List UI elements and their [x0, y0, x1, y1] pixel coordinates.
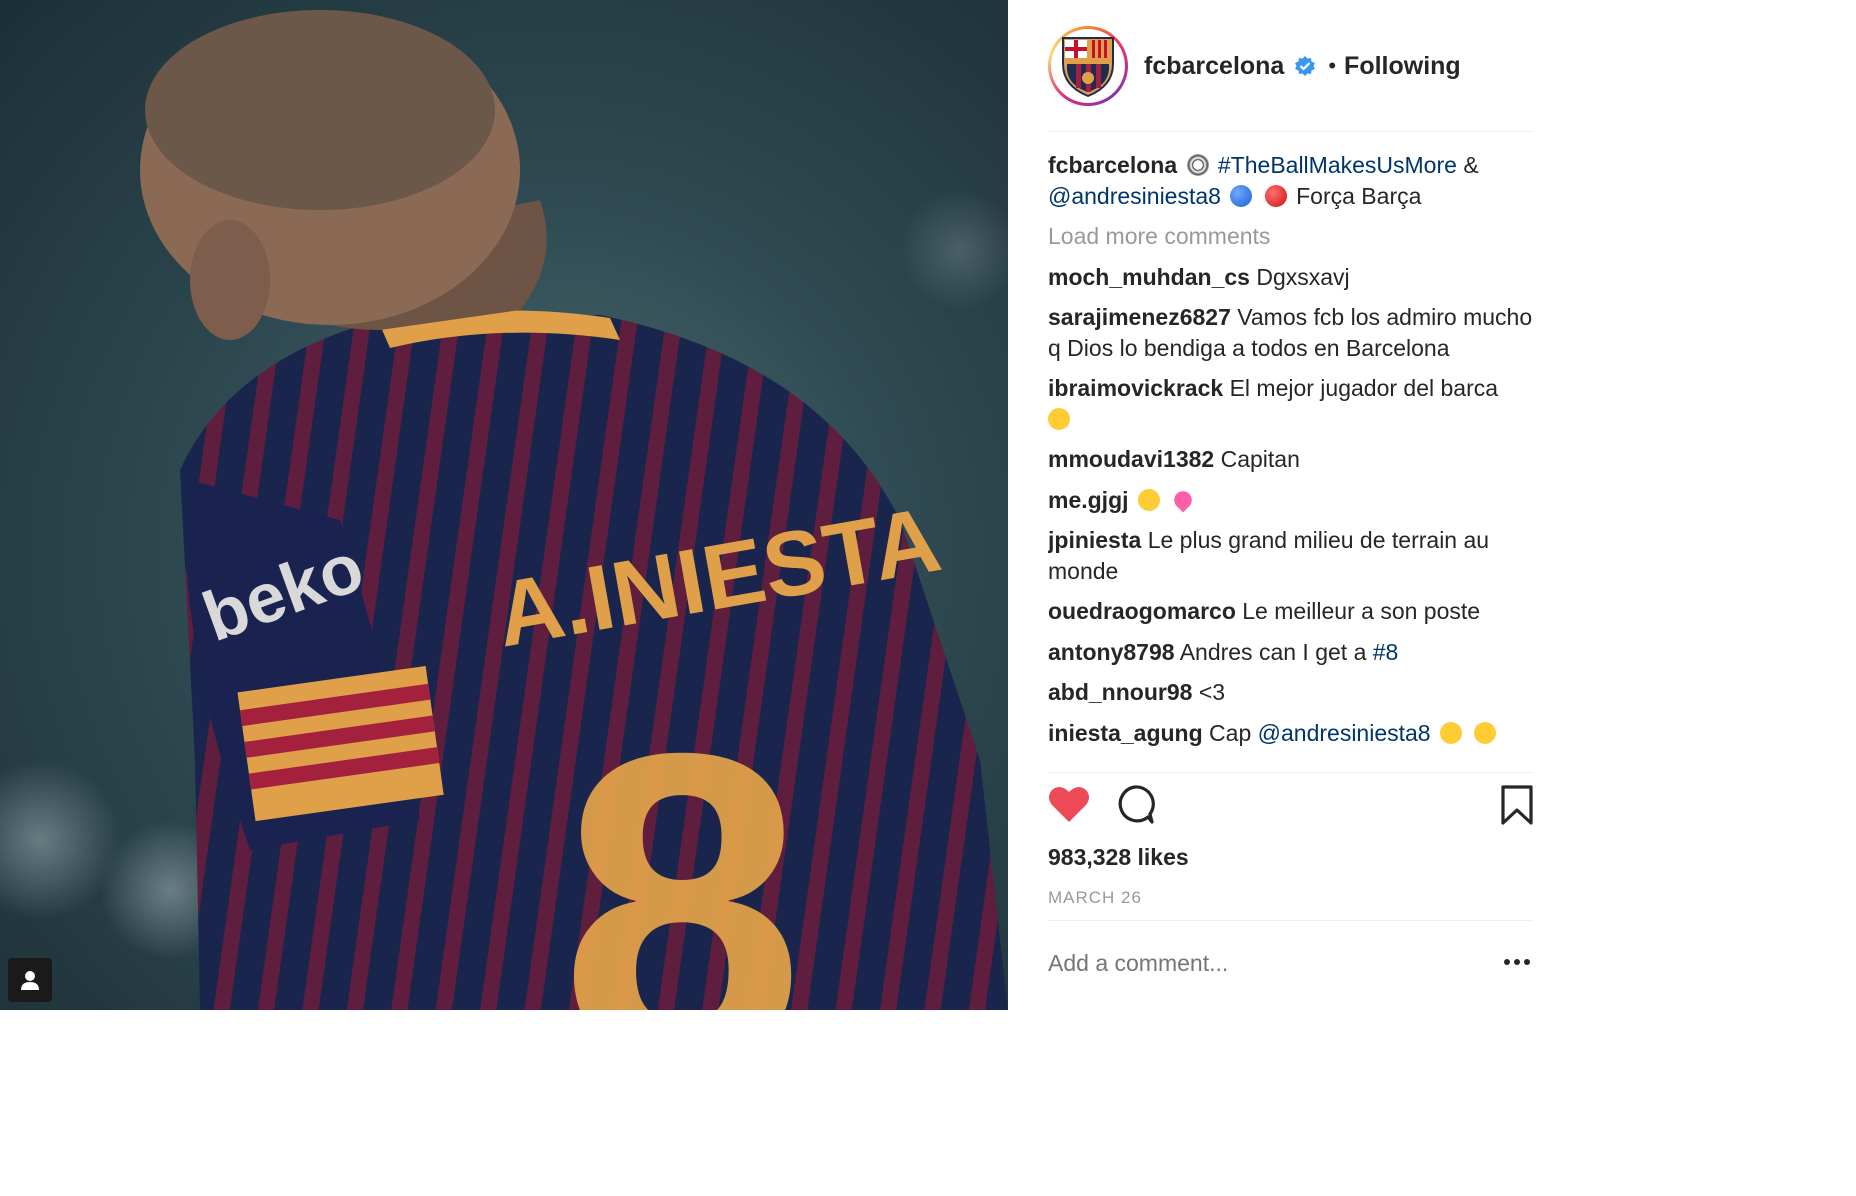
laughing-emoji-icon [1137, 488, 1160, 511]
comment-item: abd_nnour98 <3 [1048, 677, 1534, 708]
user-tag-button[interactable] [8, 958, 52, 1002]
comments-divider [1048, 772, 1534, 773]
comment-text: <3 [1198, 679, 1226, 705]
caption-ampersand: & [1463, 152, 1479, 178]
comment-item: ouedraogomarco Le meilleur a son poste [1048, 596, 1534, 627]
comment-username[interactable]: mmoudavi1382 [1048, 446, 1214, 472]
comment-username[interactable]: antony8798 [1048, 639, 1175, 665]
comment-item: iniesta_agung Cap @andresiniesta8 [1048, 718, 1534, 749]
following-button[interactable]: Following [1344, 52, 1461, 81]
jersey-name: A.INIESTA [489, 488, 948, 666]
comment-username[interactable]: sarajimenez6827 [1048, 304, 1231, 330]
jersey-number: 8 [560, 663, 805, 1010]
separator-dot: • [1328, 53, 1337, 78]
post-header: fcbarcelona • Following [1048, 24, 1534, 108]
soccer-ball-icon [1186, 154, 1209, 176]
comment-item: antony8798 Andres can I get a #8 [1048, 637, 1534, 668]
blue-circle-icon [1230, 184, 1253, 207]
action-bar [1048, 784, 1534, 836]
user-tag-icon [21, 971, 39, 990]
comment-item: ibraimovickrack El mejor jugador del bar… [1048, 373, 1534, 434]
comment-text: Andres can I get a [1179, 638, 1367, 665]
avatar[interactable] [1048, 26, 1128, 106]
comment-username[interactable]: ouedraogomarco [1048, 598, 1236, 624]
caption-text: Força Barça [1296, 182, 1422, 209]
post-sidebar: fcbarcelona • Following fcbarcelona #The… [1008, 0, 1568, 1010]
comment-item: me.gjgj [1048, 485, 1534, 516]
caption-username[interactable]: fcbarcelona [1048, 152, 1177, 178]
thumbs-up-icon [1474, 721, 1497, 744]
comment-username[interactable]: abd_nnour98 [1048, 679, 1192, 705]
hashtag-link[interactable]: #8 [1373, 639, 1399, 665]
mention-link[interactable]: @andresiniesta8 [1258, 720, 1431, 746]
sunglasses-emoji-icon [1048, 407, 1070, 430]
jersey-sponsor: beko [193, 527, 373, 656]
comment-username[interactable]: ibraimovickrack [1048, 375, 1223, 401]
comment-item: sarajimenez6827 Vamos fcb los admiro muc… [1048, 302, 1534, 363]
hashtag-link[interactable]: #TheBallMakesUsMore [1218, 152, 1457, 178]
header-divider [1048, 131, 1534, 132]
verified-badge-icon [1295, 56, 1316, 76]
comment-text: Dgxsxavj [1256, 263, 1350, 290]
jersey-lettering: beko A.INIESTA 8 [193, 488, 948, 1010]
comment-username[interactable]: jpiniesta [1048, 527, 1141, 553]
red-circle-icon [1264, 184, 1287, 207]
comment-item: mmoudavi1382 Capitan [1048, 444, 1534, 475]
fcb-crest-icon [1062, 37, 1114, 98]
post-date: MARCH 26 [1048, 888, 1142, 907]
more-options-icon[interactable] [1504, 958, 1530, 966]
bookmark-icon[interactable] [1500, 784, 1534, 826]
comment-text: Capitan [1220, 446, 1300, 472]
header-username[interactable]: fcbarcelona [1144, 52, 1284, 81]
load-more-comments[interactable]: Load more comments [1048, 221, 1534, 252]
add-comment-input[interactable] [1048, 950, 1468, 977]
heart-icon[interactable] [1048, 784, 1090, 824]
comment-text: Cap [1209, 719, 1252, 746]
post-photo[interactable]: beko A.INIESTA 8 [0, 0, 1008, 1010]
thumbs-up-icon [1439, 721, 1462, 744]
pink-heart-icon [1170, 487, 1196, 512]
post-caption: fcbarcelona #TheBallMakesUsMore & @andre… [1048, 150, 1534, 211]
comment-item: moch_muhdan_cs Dgxsxavj [1048, 262, 1534, 293]
comment-text: Le meilleur a son poste [1242, 598, 1481, 624]
likes-count[interactable]: 983,328 likes [1048, 844, 1189, 871]
comment-username[interactable]: me.gjgj [1048, 487, 1129, 513]
mention-link[interactable]: @andresiniesta8 [1048, 183, 1221, 209]
comment-bubble-icon[interactable] [1114, 784, 1156, 826]
comment-username[interactable]: moch_muhdan_cs [1048, 264, 1250, 290]
comment-item: jpiniesta Le plus grand milieu de terrai… [1048, 525, 1534, 586]
footer-divider [1048, 920, 1534, 921]
comment-text: El mejor jugador del barca [1229, 375, 1499, 401]
comments-list[interactable]: fcbarcelona #TheBallMakesUsMore & @andre… [1048, 150, 1534, 772]
comment-username[interactable]: iniesta_agung [1048, 720, 1203, 746]
